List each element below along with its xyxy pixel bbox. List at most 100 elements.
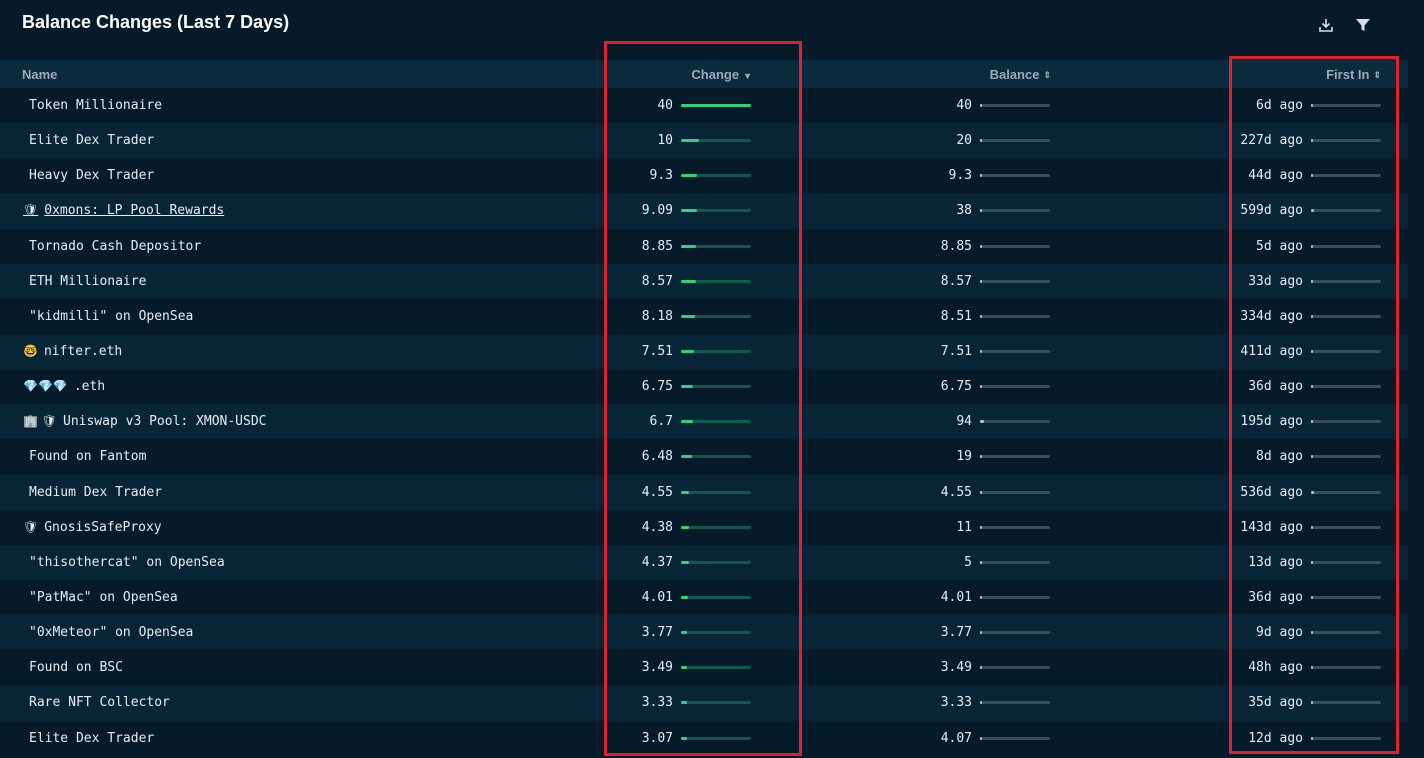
balance-bar [980,279,1050,283]
column-header-name-label: Name [22,67,58,82]
balance-value: 8.57 [940,273,972,289]
highlight-box-change-column [604,41,802,756]
balance-value: 38 [956,203,972,219]
balance-value: 40 [956,98,972,113]
entity-icon: 💎💎💎 [23,379,68,394]
row-name-label: 0xmons: LP Pool Rewards [44,203,225,219]
row-name: "thisothercat" on OpenSea [23,555,225,570]
balance-bar-fill [980,595,982,599]
balance-value: 4.01 [940,589,972,605]
row-name-label: "thisothercat" on OpenSea [29,554,225,570]
row-name-label: nifter.eth [43,343,123,359]
row-name-label: Rare NFT Collector [29,695,170,711]
balance-bar-fill [980,420,984,424]
row-name: 💎💎💎 .eth [23,379,105,394]
balance-bar-fill [980,455,982,459]
balance-bar-fill [980,349,982,353]
balance-bar [980,174,1050,178]
row-name-label: Medium Dex Trader [29,484,163,500]
sort-both-icon: ⇕ [1043,70,1051,81]
balance-bar [980,736,1050,740]
balance-bar [980,631,1050,635]
row-name-label: Elite Dex Trader [29,133,155,149]
balance-value: 20 [956,133,972,149]
balance-value: 8.51 [940,308,972,324]
row-name: Heavy Dex Trader [23,168,154,183]
balance-value: 8.85 [940,238,972,254]
balance-value: 3.77 [940,625,972,641]
balance-bar-fill [980,631,982,635]
column-header-name[interactable]: Name [22,67,57,82]
row-name-label: Found on Fantom [29,449,147,465]
balance-value: 6.75 [940,379,972,395]
row-name: Medium Dex Trader [23,485,162,500]
balance-bar-fill [980,139,982,143]
balance-value: 94 [956,414,972,430]
balance-bar [980,525,1050,529]
row-name: "PatMac" on OpenSea [23,590,178,605]
row-name-label: "PatMac" on OpenSea [29,589,178,605]
row-name-label: Heavy Dex Trader [29,168,155,184]
highlight-box-first-in-column [1229,56,1399,754]
row-name: 🛡 GnosisSafeProxy [23,520,162,535]
balance-value: 5 [964,554,972,570]
balance-value: 19 [956,449,972,465]
row-name-label: ETH Millionaire [29,273,147,289]
download-button[interactable] [1315,14,1337,36]
row-name: Found on Fantom [23,449,146,464]
download-icon [1319,19,1333,32]
balance-bar-fill [980,244,982,248]
row-name-label: .eth [73,379,106,395]
row-name: Found on BSC [23,660,123,675]
balance-bar [980,314,1050,318]
balance-bar-fill [980,701,982,705]
balance-bar [980,701,1050,705]
balance-bar [980,209,1050,213]
row-name-label: GnosisSafeProxy [44,519,162,535]
row-name[interactable]: 🛡 0xmons: LP Pool Rewards [23,203,224,218]
balance-bar-fill [980,385,982,389]
page-title: Balance Changes (Last 7 Days) [22,12,290,32]
entity-icon: 🛡 [23,519,39,534]
balance-value: 4.55 [940,484,972,500]
balance-bar-fill [980,104,983,107]
row-name: ETH Millionaire [23,274,146,289]
column-header-balance[interactable]: Balance ⇕ [990,67,1051,82]
row-name: "kidmilli" on OpenSea [23,309,193,324]
balance-bar-fill [980,666,982,670]
row-name-label: Elite Dex Trader [29,730,155,746]
filter-button[interactable] [1352,14,1374,36]
balance-bar-fill [980,279,982,283]
entity-icon: 🤓 [23,343,38,358]
balance-bar-fill [980,560,982,564]
balance-bar [980,349,1050,353]
balance-bar-fill [980,314,982,318]
balance-value: 11 [956,519,972,535]
row-name: Tornado Cash Depositor [23,239,201,254]
row-name-label: "kidmilli" on OpenSea [29,308,194,324]
balance-value: 9.3 [948,168,972,184]
column-header-balance-label: Balance [989,67,1040,82]
balance-bar [980,385,1050,389]
balance-bar [980,139,1050,143]
row-name-label: Uniswap v3 Pool: XMON-USDC [63,414,267,430]
balance-bar-fill [980,490,982,494]
balance-bar [980,455,1050,459]
balance-value: 4.07 [940,730,972,746]
row-name: Elite Dex Trader [23,731,154,746]
balance-bar-fill [980,174,982,178]
row-name-label: Tornado Cash Depositor [29,238,202,254]
balance-bar-fill [980,209,983,213]
row-name: 🤓 nifter.eth [23,344,122,359]
row-name: Rare NFT Collector [23,695,170,710]
row-name-label: Found on BSC [29,660,123,676]
balance-value: 3.33 [940,695,972,711]
balance-value: 7.51 [940,343,972,359]
filter-icon [1356,19,1370,31]
row-name: Elite Dex Trader [23,133,154,148]
balance-bar-fill [980,525,982,529]
balance-bar [980,244,1050,248]
balance-bar [980,420,1050,424]
balance-bar [980,490,1050,494]
entity-icon: 🏢 🛡 [23,414,57,429]
